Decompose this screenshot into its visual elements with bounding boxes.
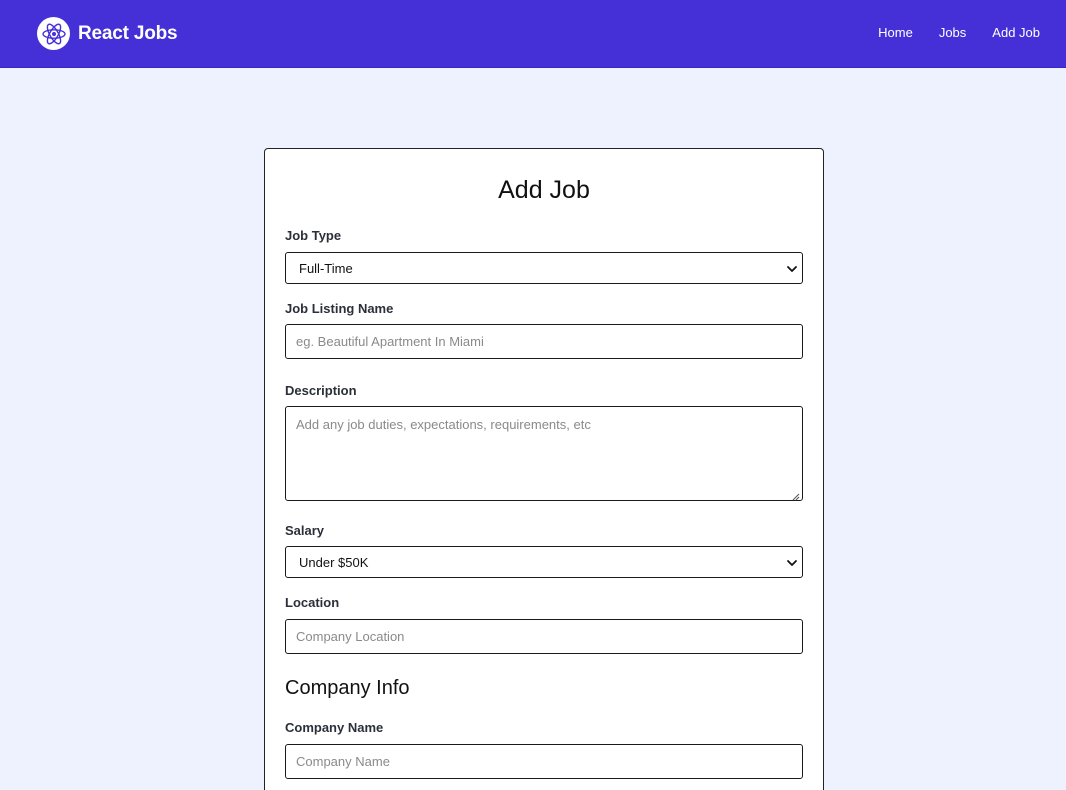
description-textarea[interactable]: Add any job duties, expectations, requir… — [285, 406, 803, 501]
chevron-down-icon — [786, 263, 798, 275]
description-placeholder: Add any job duties, expectations, requir… — [296, 417, 591, 432]
company-info-heading: Company Info — [285, 677, 410, 699]
salary-label: Salary — [285, 523, 325, 538]
nav-links: Home Jobs Add Job — [852, 22, 1040, 43]
location-placeholder: Company Location — [296, 629, 405, 644]
company-name-placeholder: Company Name — [296, 754, 390, 769]
location-input[interactable]: Company Location — [285, 619, 803, 654]
brand-link[interactable]: React Jobs — [37, 17, 178, 50]
description-label: Description — [285, 383, 357, 398]
company-name-input[interactable]: Company Name — [285, 744, 803, 779]
job-type-select[interactable]: Full-Time — [285, 252, 803, 284]
nav-add-job-link[interactable]: Add Job — [992, 22, 1040, 43]
react-atom-icon — [37, 17, 70, 50]
resize-handle-icon[interactable] — [791, 489, 800, 501]
nav-jobs-link[interactable]: Jobs — [939, 22, 966, 43]
add-job-form-card: Add Job Job Type Full-Time Job Listing N… — [264, 148, 824, 790]
top-navbar: React Jobs Home Jobs Add Job — [0, 0, 1066, 68]
nav-home-link[interactable]: Home — [878, 22, 913, 43]
salary-select[interactable]: Under $50K — [285, 546, 803, 578]
page-title: Add Job — [498, 176, 590, 204]
job-type-value: Full-Time — [299, 260, 353, 276]
salary-value: Under $50K — [299, 554, 369, 570]
job-listing-name-placeholder: eg. Beautiful Apartment In Miami — [296, 334, 484, 349]
job-listing-name-label: Job Listing Name — [285, 301, 394, 316]
job-type-label: Job Type — [285, 228, 342, 243]
company-name-label: Company Name — [285, 720, 384, 735]
location-label: Location — [285, 595, 340, 610]
job-listing-name-input[interactable]: eg. Beautiful Apartment In Miami — [285, 324, 803, 359]
brand-name: React Jobs — [78, 22, 178, 44]
chevron-down-icon — [786, 557, 798, 569]
